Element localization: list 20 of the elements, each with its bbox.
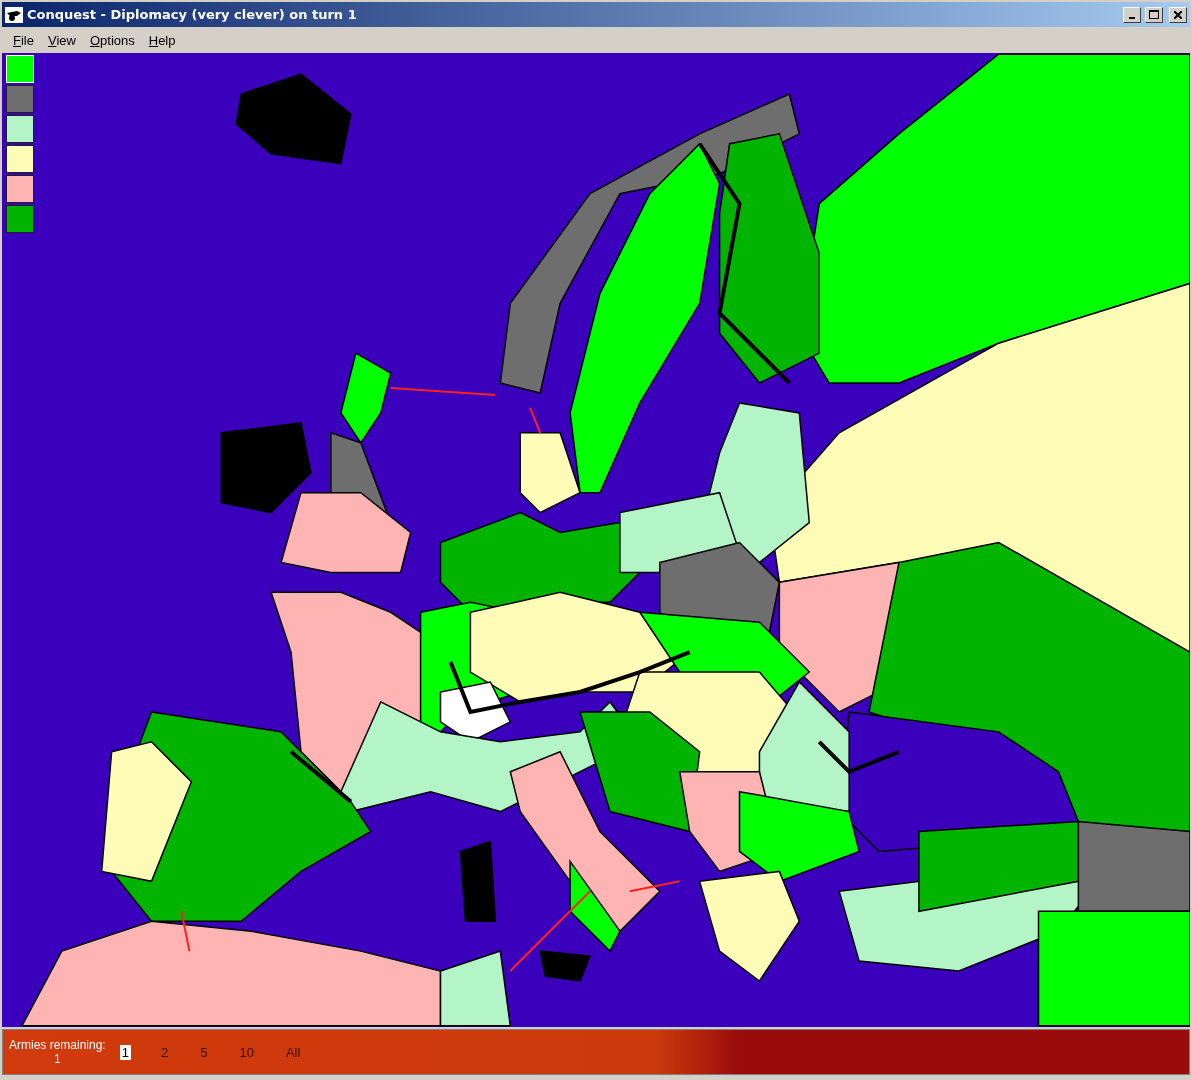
minimize-icon	[1129, 16, 1135, 19]
maximize-icon	[1149, 10, 1159, 19]
player-color-swatch[interactable]	[6, 145, 34, 173]
maximize-button[interactable]	[1145, 6, 1163, 23]
player-color-swatch[interactable]	[6, 175, 34, 203]
player-color-swatch[interactable]	[6, 115, 34, 143]
window-title: Conquest - Diplomacy (very clever) on turn 1	[27, 7, 358, 22]
menu-item[interactable]: Help	[141, 30, 183, 50]
menu-item[interactable]: Options	[82, 30, 142, 50]
player-color-swatch[interactable]	[6, 205, 34, 233]
menu-item[interactable]: File	[6, 30, 41, 50]
player-color-swatch[interactable]	[6, 85, 34, 113]
armies-count: 1	[54, 1052, 61, 1066]
minimize-button[interactable]	[1123, 6, 1141, 23]
menu-item[interactable]: View	[40, 30, 83, 50]
close-icon	[1174, 10, 1182, 19]
army-amount-option[interactable]: 1	[119, 1044, 131, 1060]
armies-label: Armies remaining:	[9, 1038, 106, 1052]
cannon-icon	[5, 6, 23, 23]
close-button[interactable]	[1169, 6, 1187, 23]
